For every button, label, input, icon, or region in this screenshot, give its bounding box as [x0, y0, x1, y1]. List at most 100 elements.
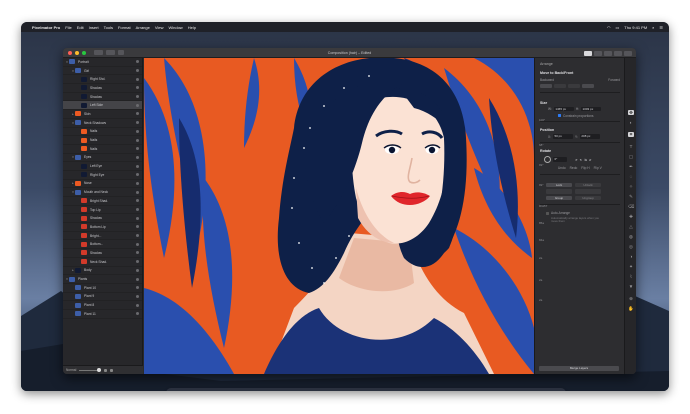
layer-row[interactable]: Plant 10 [63, 284, 142, 293]
lock-button-2[interactable] [546, 189, 572, 194]
layer-row[interactable]: Bottom Lip [63, 223, 142, 232]
erase-tool-icon[interactable]: ⌫ [628, 204, 634, 209]
visibility-icon[interactable] [136, 77, 139, 81]
zoom-button[interactable] [106, 50, 115, 55]
visibility-icon[interactable] [136, 294, 139, 298]
retouch-tool-icon[interactable]: ✚ [628, 214, 634, 219]
menu-view[interactable]: View [155, 25, 164, 30]
menu-help[interactable]: Help [188, 25, 196, 30]
send-backward-button[interactable] [554, 83, 566, 89]
send-to-back-button[interactable] [540, 83, 552, 89]
menu-edit[interactable]: Edit [77, 25, 84, 30]
shape-tool-icon[interactable]: ▢ [628, 154, 634, 159]
notification-center-icon[interactable]: ☰ [659, 25, 663, 30]
flip-h-icon[interactable]: ⇋ [584, 158, 587, 162]
visibility-icon[interactable] [136, 173, 139, 177]
layer-row[interactable]: Right Eye [63, 171, 142, 180]
layer-row[interactable]: ▾ Portrait [63, 58, 142, 67]
visibility-icon[interactable] [136, 208, 139, 212]
layer-row[interactable]: Bright Shad. [63, 197, 142, 206]
visibility-icon[interactable] [136, 234, 139, 238]
visibility-icon[interactable] [136, 286, 139, 290]
sidebar-toggle-button[interactable] [614, 50, 622, 56]
visibility-icon[interactable] [136, 86, 139, 90]
arrange-tool-icon[interactable]: ✥ [628, 110, 634, 115]
visibility-icon[interactable] [136, 69, 139, 73]
lock-button[interactable]: Lock [546, 182, 572, 188]
menu-arrange[interactable]: Arrange [136, 25, 150, 30]
layer-row[interactable]: ▾ Plants [63, 275, 142, 284]
layer-row[interactable]: Shadow [63, 84, 142, 93]
layer-row[interactable]: ▾ Girl [63, 67, 142, 76]
layer-row[interactable]: ▸ Nose [63, 180, 142, 189]
layer-row[interactable]: Plant 9 [63, 293, 142, 302]
height-field[interactable]: 1003 px [581, 106, 602, 112]
layer-row[interactable]: Left Side [63, 101, 142, 111]
crop-tool-icon[interactable]: ⌗ [628, 132, 634, 137]
layer-row[interactable]: ▸ Skin [63, 110, 142, 119]
share-button[interactable] [594, 50, 602, 56]
layer-row[interactable]: Shadow [63, 214, 142, 224]
opacity-slider[interactable] [79, 368, 102, 372]
menu-insert[interactable]: Insert [89, 25, 99, 30]
layer-row[interactable]: Shadow [63, 93, 142, 102]
menu-app-name[interactable]: Pixelmator Pro [32, 25, 60, 30]
layer-row[interactable]: Left Eye [63, 162, 142, 171]
menu-file[interactable]: File [65, 25, 71, 30]
wifi-icon[interactable]: ◠ [607, 25, 611, 30]
layer-row[interactable]: ▸ Body [63, 267, 142, 276]
visibility-icon[interactable] [136, 138, 139, 142]
visibility-icon[interactable] [136, 95, 139, 99]
rotate-dial-icon[interactable] [544, 156, 551, 163]
visibility-icon[interactable] [136, 103, 139, 107]
blend-mode-label[interactable]: Normal [66, 368, 76, 372]
x-field[interactable]: 50 px [553, 134, 574, 139]
width-field[interactable]: 1465 px [553, 106, 574, 112]
minimize-window-button[interactable] [75, 50, 79, 55]
layer-row[interactable]: ▾ Mouth and Neck [63, 188, 142, 197]
pen-tool-icon[interactable]: ✒ [628, 164, 634, 169]
more-button[interactable] [624, 50, 632, 56]
spotlight-icon[interactable]: ⌕ [652, 25, 654, 30]
group-button[interactable]: Group [546, 195, 572, 201]
visibility-icon[interactable] [136, 277, 139, 281]
pipette-tool-icon[interactable]: ⌇ [628, 274, 634, 279]
add-button[interactable] [118, 50, 124, 55]
visibility-icon[interactable] [136, 155, 139, 159]
magic-wand-tool-icon[interactable]: ✧ [628, 184, 634, 189]
layers-toggle-button[interactable] [94, 50, 103, 55]
selection-tool-icon[interactable]: ◌ [628, 174, 634, 179]
visibility-icon[interactable] [136, 112, 139, 116]
visibility-icon[interactable] [136, 190, 139, 194]
paint-tool-icon[interactable]: ✎ [628, 194, 634, 199]
ungroup-button[interactable]: Ungroup [575, 195, 601, 201]
rotate-left-icon[interactable]: ↺ [575, 158, 578, 162]
merge-layers-button[interactable]: Merge Layers [539, 366, 619, 371]
forward-label[interactable]: Forward [608, 78, 620, 82]
sharpen-tool-icon[interactable]: △ [628, 224, 634, 229]
hand-tool-icon[interactable]: ✋ [628, 306, 634, 311]
visibility-icon[interactable] [136, 121, 139, 125]
layer-row[interactable]: Right Shd. [63, 75, 142, 85]
type-tool-icon[interactable]: T [628, 144, 634, 149]
menu-tools[interactable]: Tools [104, 25, 113, 30]
visibility-icon[interactable] [136, 199, 139, 203]
bring-forward-button[interactable] [568, 83, 580, 89]
color-adjust-tool-icon[interactable]: ◑ [628, 254, 634, 259]
layer-row[interactable]: ▾ Neck Shadows [63, 119, 142, 128]
menu-clock[interactable]: Thu 9:41 PM [624, 25, 647, 30]
backward-label[interactable]: Backward [540, 78, 554, 82]
layer-row[interactable]: Nails [63, 145, 142, 154]
unlock-button-2[interactable] [575, 189, 601, 194]
layer-row[interactable]: Bottom... [63, 240, 142, 250]
constrain-proportions-checkbox[interactable] [558, 114, 561, 117]
flip-v-icon[interactable]: ⇵ [589, 158, 592, 162]
visibility-icon[interactable] [136, 242, 139, 246]
menu-window[interactable]: Window [168, 25, 182, 30]
visibility-icon[interactable] [136, 268, 139, 272]
unlock-button[interactable]: Unlock [575, 182, 601, 188]
zoom-window-button[interactable] [82, 50, 86, 55]
visibility-icon[interactable] [136, 164, 139, 168]
visibility-icon[interactable] [136, 225, 139, 229]
layer-row[interactable]: Nails [63, 136, 142, 145]
